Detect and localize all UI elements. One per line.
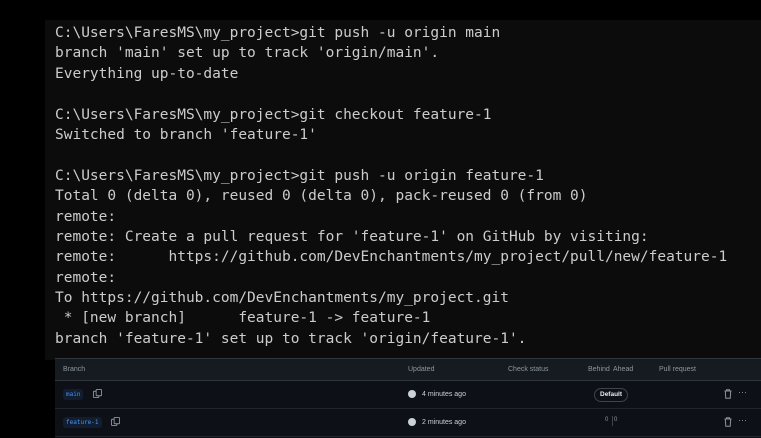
behind-count: 0: [605, 417, 609, 423]
branch-link-feature-1[interactable]: feature-1: [63, 417, 102, 428]
branch-link-main[interactable]: main: [63, 389, 84, 400]
branches-table: Branch Updated Check status Behind Ahead…: [55, 358, 761, 438]
copy-icon[interactable]: [93, 389, 102, 398]
copy-icon[interactable]: [111, 417, 120, 426]
avatar: [408, 418, 416, 426]
terminal-line: C:\Users\FaresMS\my_project>git push -u …: [55, 167, 544, 184]
terminal-line: remote:: [55, 269, 117, 286]
terminal-line: To https://github.com/DevEnchantments/my…: [55, 290, 509, 307]
terminal-line: Everything up-to-date: [55, 65, 239, 82]
terminal-window[interactable]: C:\Users\FaresMS\my_project>git push -u …: [45, 20, 761, 360]
terminal-line: * [new branch] feature-1 -> feature-1: [55, 310, 431, 327]
terminal-line: remote: https://github.com/DevEnchantmen…: [55, 249, 728, 266]
terminal-line: branch 'feature-1' set up to track 'orig…: [55, 330, 527, 347]
header-ahead: Ahead: [613, 366, 634, 373]
terminal-line: C:\Users\FaresMS\my_project>git checkout…: [55, 106, 492, 123]
table-row: main 4 minutes ago Default ···: [55, 381, 761, 409]
terminal-line: C:\Users\FaresMS\my_project>git push -u …: [55, 25, 501, 41]
table-header: Branch Updated Check status Behind Ahead…: [55, 359, 761, 381]
updated-time: 2 minutes ago: [422, 419, 466, 426]
kebab-menu-icon[interactable]: ···: [738, 415, 747, 425]
table-row: feature-1 2 minutes ago 0 0 ···: [55, 409, 761, 437]
ahead-behind-divider: [612, 416, 613, 426]
terminal-line: Total 0 (delta 0), reused 0 (delta 0), p…: [55, 188, 588, 205]
terminal-line: Switched to branch 'feature-1': [55, 126, 317, 143]
header-updated: Updated: [408, 366, 435, 373]
header-behind: Behind: [588, 366, 610, 373]
default-badge: Default: [594, 388, 629, 402]
trash-icon[interactable]: [724, 417, 732, 427]
ahead-count: 0: [614, 417, 618, 423]
header-check-status: Check status: [508, 366, 549, 373]
terminal-line: remote:: [55, 208, 117, 225]
header-branch: Branch: [63, 366, 86, 373]
terminal-line: remote: Create a pull request for 'featu…: [55, 228, 649, 245]
kebab-menu-icon[interactable]: ···: [738, 387, 747, 397]
trash-icon[interactable]: [724, 389, 732, 399]
updated-time: 4 minutes ago: [422, 391, 466, 398]
terminal-line: branch 'main' set up to track 'origin/ma…: [55, 45, 440, 62]
header-pull-request: Pull request: [659, 366, 696, 373]
terminal-output: C:\Users\FaresMS\my_project>git push -u …: [55, 23, 727, 349]
avatar: [408, 390, 416, 398]
